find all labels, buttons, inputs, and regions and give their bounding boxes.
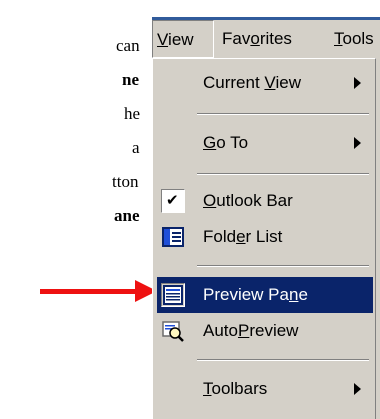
doc-line: a bbox=[132, 138, 140, 157]
red-arrow-shaft bbox=[40, 289, 140, 294]
menu-bar: View Favorites Tools bbox=[152, 20, 380, 58]
menu-item-outlook-bar[interactable]: ✔ Outlook Bar bbox=[157, 183, 373, 219]
menu-separator bbox=[197, 173, 369, 175]
submenu-arrow-icon bbox=[354, 137, 361, 149]
menu-separator bbox=[197, 265, 369, 267]
menu-label-accel: o bbox=[250, 29, 260, 48]
menu-separator bbox=[197, 113, 369, 115]
view-dropdown-menu: Current View Go To ✔ Outlook Bar Folder … bbox=[152, 58, 376, 419]
menu-favorites[interactable]: Favorites bbox=[222, 20, 292, 58]
menu-label-part: ools bbox=[342, 29, 374, 48]
preview-pane-icon bbox=[161, 283, 185, 307]
menu-tools[interactable]: Tools bbox=[334, 20, 374, 58]
menu-item-label: Current View bbox=[203, 73, 301, 92]
menu-item-autopreview[interactable]: AutoPreview bbox=[157, 313, 373, 349]
folder-list-icon bbox=[161, 225, 185, 249]
menu-item-label: Outlook Bar bbox=[203, 191, 293, 210]
menu-item-go-to[interactable]: Go To bbox=[157, 125, 373, 161]
menu-item-current-view[interactable]: Current View bbox=[157, 65, 373, 101]
menu-label-accel: T bbox=[334, 29, 343, 48]
menu-item-label: Go To bbox=[203, 133, 249, 152]
title-bar-edge bbox=[152, 0, 380, 17]
document-text: can ne he a tton ane bbox=[0, 0, 152, 419]
doc-line: ane bbox=[114, 206, 140, 225]
autopreview-icon bbox=[161, 319, 185, 343]
menu-item-label: Folder List bbox=[203, 227, 283, 246]
doc-line: tton bbox=[112, 172, 139, 191]
menu-item-label: AutoPreview bbox=[203, 321, 299, 340]
doc-line: can bbox=[116, 36, 140, 55]
menu-label-part: rites bbox=[259, 29, 292, 48]
menu-item-preview-pane[interactable]: Preview Pane bbox=[157, 277, 373, 313]
menu-label-part: Fav bbox=[222, 29, 251, 48]
check-icon: ✔ bbox=[161, 189, 185, 213]
submenu-arrow-icon bbox=[354, 77, 361, 89]
menu-view[interactable]: View bbox=[152, 20, 214, 58]
doc-line: ne bbox=[122, 70, 139, 89]
menu-item-label: Preview Pane bbox=[203, 285, 308, 304]
submenu-arrow-icon bbox=[354, 383, 361, 395]
menu-item-toolbars[interactable]: Toolbars bbox=[157, 371, 373, 407]
menu-label-accel: V bbox=[157, 30, 169, 49]
menu-item-folder-list[interactable]: Folder List bbox=[157, 219, 373, 255]
menu-separator bbox=[197, 359, 369, 361]
menu-label-part: iew bbox=[168, 30, 194, 49]
menu-item-label: Toolbars bbox=[203, 379, 268, 398]
doc-line: he bbox=[124, 104, 141, 123]
